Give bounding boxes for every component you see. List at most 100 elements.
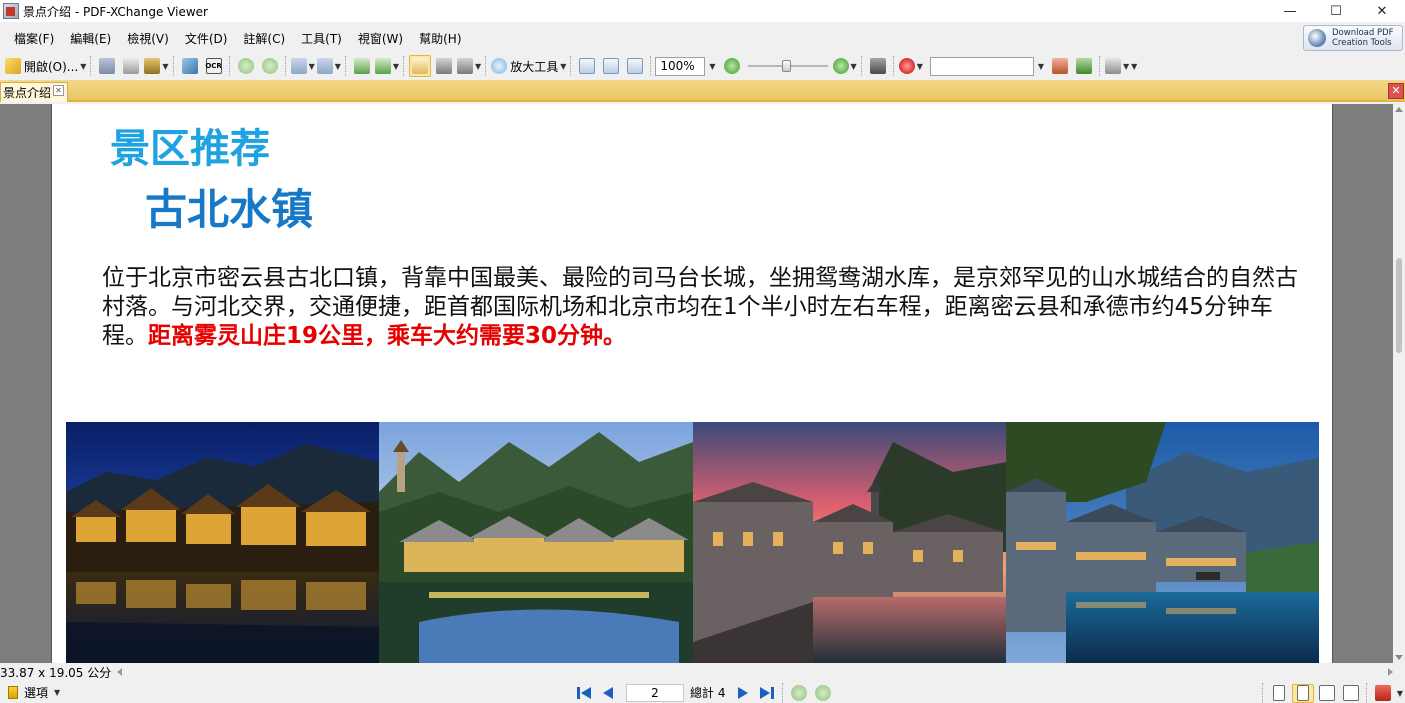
chevron-down-icon[interactable]: ▼ [335,62,341,71]
scroll-right-icon[interactable] [1388,668,1393,676]
pdf-icon [1374,685,1391,701]
snapshot-button[interactable] [433,55,455,77]
zoom-in-icon [832,58,849,74]
chevron-down-icon[interactable]: ▼ [709,62,715,71]
facing-pages-button[interactable] [1316,684,1338,703]
single-page-button[interactable] [1268,684,1290,703]
page-layout-buttons: ▼ [1259,683,1403,703]
current-page-input[interactable]: 2 [626,683,684,702]
redo-button[interactable]: ▼ [316,55,341,77]
undo-icon [290,58,307,74]
print-button[interactable] [120,55,142,77]
chevron-down-icon[interactable]: ▼ [1038,62,1044,71]
vertical-scroll-thumb[interactable] [1396,258,1402,353]
menu-help[interactable]: 幫助(H) [413,30,467,47]
package-button[interactable]: ▼ [144,55,169,77]
chevron-down-icon[interactable]: ▼ [1123,62,1129,71]
vertical-scrollbar[interactable] [1393,104,1405,663]
hand-tool-button[interactable] [409,55,432,77]
forward-arrow-icon [815,684,832,701]
back-arrow-icon [791,684,808,701]
search-next-button[interactable] [1073,55,1095,77]
chevron-down-icon[interactable]: ▼ [1397,689,1403,698]
chevron-down-icon[interactable]: ▼ [162,62,168,71]
pdf-page: 景区推荐 古北水镇 位于北京市密云县古北口镇，背靠中国最美、最险的司马台长城，坐… [51,104,1333,663]
forward-button[interactable] [259,55,281,77]
chevron-down-icon[interactable]: ▼ [80,62,86,71]
chevron-down-icon[interactable]: ▼ [475,62,481,71]
close-document-button[interactable]: ✕ [1388,83,1404,99]
last-page-button[interactable] [758,684,776,702]
pdf-tools-button[interactable] [1372,684,1394,703]
zoom-out-button[interactable] [721,55,743,77]
zoom-slider-thumb[interactable] [781,60,791,72]
zoom-slider[interactable] [747,56,828,76]
open-button[interactable]: 開啟(O)... ▼ [5,55,86,77]
fit-page-icon [603,58,620,74]
chevron-down-icon[interactable]: ▼ [393,62,399,71]
rotate-right-button[interactable]: ▼ [374,55,399,77]
spell-check-button[interactable]: ▼ [898,55,923,77]
fit-page-button[interactable] [600,55,622,77]
close-tab-icon[interactable]: ✕ [53,85,65,96]
find-button[interactable] [867,55,889,77]
fit-width-button[interactable] [624,55,646,77]
menu-tools[interactable]: 工具(T) [295,30,348,47]
close-window-button[interactable]: ✕ [1359,0,1405,22]
menu-view[interactable]: 檢視(V) [121,30,175,47]
zoom-in-button[interactable]: ▼ [832,55,857,77]
history-back-button[interactable] [790,684,808,702]
previous-page-button[interactable] [599,684,617,702]
tab-document[interactable]: 景点介绍 ✕ [0,82,69,102]
back-button[interactable] [235,55,257,77]
save-button[interactable] [96,55,118,77]
chevron-down-icon[interactable]: ▼ [851,62,857,71]
night-water-town-photo [66,422,379,663]
menu-window[interactable]: 視窗(W) [352,30,409,47]
menu-document[interactable]: 文件(D) [179,30,234,47]
scroll-down-icon[interactable] [1395,655,1403,660]
toolbar-separator [1365,683,1368,703]
last-page-icon [760,686,775,699]
chevron-down-icon[interactable]: ▼ [560,62,566,71]
page-body-text: 位于北京市密云县古北口镇，背靠中国最美、最险的司马台长城，坐拥鸳鸯湖水库，是京郊… [102,264,1307,351]
scroll-left-icon[interactable] [117,668,123,676]
zoom-tool-button[interactable]: 放大工具 ▼ [491,55,566,77]
select-text-button[interactable]: ▼ [457,55,481,77]
zoom-level-input[interactable]: 100% [655,56,706,76]
search-input[interactable] [929,56,1034,76]
continuous-facing-icon [1342,685,1359,701]
minimize-button[interactable]: — [1267,0,1313,22]
scroll-up-icon[interactable] [1395,107,1403,112]
undo-button[interactable]: ▼ [290,55,315,77]
chevron-down-icon[interactable]: ▼ [54,688,60,697]
search-previous-button[interactable] [1049,55,1071,77]
continuous-facing-button[interactable] [1340,684,1362,703]
menu-comments[interactable]: 註解(C) [237,30,291,47]
redo-icon [316,58,333,74]
toolbar-separator [284,56,287,76]
chevron-down-icon[interactable]: ▼ [1131,62,1137,71]
fit-width-icon [627,58,644,74]
chevron-down-icon[interactable]: ▼ [917,62,923,71]
actual-size-button[interactable] [576,55,598,77]
menu-file[interactable]: 檔案(F) [8,30,60,47]
options-button[interactable]: 選項 ▼ [8,684,60,701]
next-page-button[interactable] [734,684,752,702]
scan-button[interactable] [179,55,201,77]
history-forward-button[interactable] [814,684,832,702]
forward-arrow-icon [261,58,278,74]
toolbar-separator [228,56,231,76]
window-title: 景点介绍 - PDF-XChange Viewer [23,4,208,19]
maximize-button[interactable]: ☐ [1313,0,1359,22]
continuous-page-button[interactable] [1291,683,1314,703]
chevron-down-icon[interactable]: ▼ [309,62,315,71]
menu-edit[interactable]: 編輯(E) [64,30,117,47]
title-bar: 景点介绍 - PDF-XChange Viewer — ☐ ✕ [0,0,1405,22]
download-pdf-tools-button[interactable]: Download PDF Creation Tools [1303,25,1403,51]
ocr-button[interactable]: OCR [203,55,225,77]
document-viewport[interactable]: 景区推荐 古北水镇 位于北京市密云县古北口镇，背靠中国最美、最险的司马台长城，坐… [0,104,1393,663]
customize-toolbar-button[interactable]: ▼ ▼ [1105,55,1137,77]
rotate-left-button[interactable] [351,55,373,77]
first-page-button[interactable] [575,684,593,702]
